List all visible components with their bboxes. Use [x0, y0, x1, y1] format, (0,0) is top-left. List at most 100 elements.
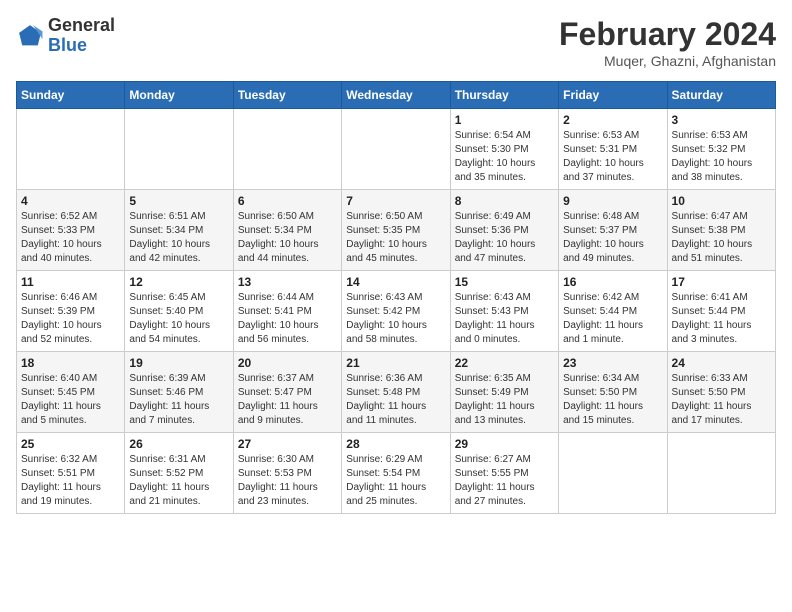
- day-number: 14: [346, 275, 445, 289]
- calendar-cell: 14 Sunrise: 6:43 AM Sunset: 5:42 PM Dayli…: [342, 271, 450, 352]
- calendar-cell: 2 Sunrise: 6:53 AM Sunset: 5:31 PM Daylig…: [559, 109, 667, 190]
- day-info: Sunrise: 6:40 AM Sunset: 5:45 PM Dayligh…: [21, 372, 120, 428]
- calendar-cell: 9 Sunrise: 6:48 AM Sunset: 5:37 PM Daylig…: [559, 190, 667, 271]
- calendar-cell: [667, 433, 775, 514]
- day-number: 2: [563, 113, 662, 127]
- day-number: 5: [129, 194, 228, 208]
- calendar-cell: 24 Sunrise: 6:33 AM Sunset: 5:50 PM Dayli…: [667, 352, 775, 433]
- day-number: 18: [21, 356, 120, 370]
- day-info: Sunrise: 6:50 AM Sunset: 5:35 PM Dayligh…: [346, 210, 445, 266]
- calendar-cell: [559, 433, 667, 514]
- calendar-cell: [342, 109, 450, 190]
- calendar-cell: 20Sunrise: 6:37 AM Sunset: 5:47 PM Dayli…: [233, 352, 341, 433]
- day-info: Sunrise: 6:31 AM Sunset: 5:52 PM Dayligh…: [129, 453, 228, 509]
- day-number: 24: [672, 356, 771, 370]
- day-info: Sunrise: 6:33 AM Sunset: 5:50 PM Dayligh…: [672, 372, 771, 428]
- calendar-cell: 23 Sunrise: 6:34 AM Sunset: 5:50 PM Dayli…: [559, 352, 667, 433]
- calendar-cell: 29 Sunrise: 6:27 AM Sunset: 5:55 PM Dayli…: [450, 433, 558, 514]
- calendar-cell: 18 Sunrise: 6:40 AM Sunset: 5:45 PM Dayli…: [17, 352, 125, 433]
- calendar-cell: 15 Sunrise: 6:43 AM Sunset: 5:43 PM Dayli…: [450, 271, 558, 352]
- day-number: 19: [129, 356, 228, 370]
- day-number: 10: [672, 194, 771, 208]
- day-info: Sunrise: 6:30 AM Sunset: 5:53 PM Dayligh…: [238, 453, 337, 509]
- day-number: 15: [455, 275, 554, 289]
- day-number: 11: [21, 275, 120, 289]
- calendar-cell: 28 Sunrise: 6:29 AM Sunset: 5:54 PM Dayli…: [342, 433, 450, 514]
- calendar-cell: 27Sunrise: 6:30 AM Sunset: 5:53 PM Dayli…: [233, 433, 341, 514]
- calendar-cell: [17, 109, 125, 190]
- month-year: February 2024: [559, 16, 776, 53]
- day-info: Sunrise: 6:47 AM Sunset: 5:38 PM Dayligh…: [672, 210, 771, 266]
- logo-blue: Blue: [48, 36, 115, 56]
- calendar-cell: 19 Sunrise: 6:39 AM Sunset: 5:46 PM Dayli…: [125, 352, 233, 433]
- logo: General Blue: [16, 16, 115, 56]
- week-row-3: 11 Sunrise: 6:46 AM Sunset: 5:39 PM Dayli…: [17, 271, 776, 352]
- calendar-cell: 10 Sunrise: 6:47 AM Sunset: 5:38 PM Dayli…: [667, 190, 775, 271]
- calendar-cell: 16 Sunrise: 6:42 AM Sunset: 5:44 PM Dayli…: [559, 271, 667, 352]
- day-info: Sunrise: 6:42 AM Sunset: 5:44 PM Dayligh…: [563, 291, 662, 347]
- calendar-cell: 6 Sunrise: 6:50 AM Sunset: 5:34 PM Daylig…: [233, 190, 341, 271]
- weekday-header-row: SundayMondayTuesdayWednesdayThursdayFrid…: [17, 82, 776, 109]
- day-number: 20: [238, 356, 337, 370]
- day-info: Sunrise: 6:36 AM Sunset: 5:48 PM Dayligh…: [346, 372, 445, 428]
- day-number: 16: [563, 275, 662, 289]
- day-info: Sunrise: 6:53 AM Sunset: 5:31 PM Dayligh…: [563, 129, 662, 185]
- weekday-header-monday: Monday: [125, 82, 233, 109]
- calendar-cell: 22 Sunrise: 6:35 AM Sunset: 5:49 PM Dayli…: [450, 352, 558, 433]
- day-number: 22: [455, 356, 554, 370]
- calendar-cell: 26Sunrise: 6:31 AM Sunset: 5:52 PM Dayli…: [125, 433, 233, 514]
- calendar-cell: 13 Sunrise: 6:44 AM Sunset: 5:41 PM Dayli…: [233, 271, 341, 352]
- day-number: 23: [563, 356, 662, 370]
- day-info: Sunrise: 6:43 AM Sunset: 5:43 PM Dayligh…: [455, 291, 554, 347]
- day-info: Sunrise: 6:50 AM Sunset: 5:34 PM Dayligh…: [238, 210, 337, 266]
- weekday-header-tuesday: Tuesday: [233, 82, 341, 109]
- day-info: Sunrise: 6:29 AM Sunset: 5:54 PM Dayligh…: [346, 453, 445, 509]
- day-number: 28: [346, 437, 445, 451]
- day-number: 17: [672, 275, 771, 289]
- day-info: Sunrise: 6:46 AM Sunset: 5:39 PM Dayligh…: [21, 291, 120, 347]
- logo-general: General: [48, 16, 115, 36]
- week-row-2: 4 Sunrise: 6:52 AM Sunset: 5:33 PM Daylig…: [17, 190, 776, 271]
- day-info: Sunrise: 6:39 AM Sunset: 5:46 PM Dayligh…: [129, 372, 228, 428]
- calendar-cell: 11 Sunrise: 6:46 AM Sunset: 5:39 PM Dayli…: [17, 271, 125, 352]
- location: Muqer, Ghazni, Afghanistan: [559, 53, 776, 69]
- calendar-cell: 1Sunrise: 6:54 AM Sunset: 5:30 PM Daylig…: [450, 109, 558, 190]
- calendar-cell: 17Sunrise: 6:41 AM Sunset: 5:44 PM Dayli…: [667, 271, 775, 352]
- weekday-header-wednesday: Wednesday: [342, 82, 450, 109]
- day-number: 13: [238, 275, 337, 289]
- day-info: Sunrise: 6:43 AM Sunset: 5:42 PM Dayligh…: [346, 291, 445, 347]
- header: General Blue February 2024 Muqer, Ghazni…: [16, 16, 776, 69]
- day-info: Sunrise: 6:45 AM Sunset: 5:40 PM Dayligh…: [129, 291, 228, 347]
- day-number: 4: [21, 194, 120, 208]
- day-info: Sunrise: 6:44 AM Sunset: 5:41 PM Dayligh…: [238, 291, 337, 347]
- week-row-4: 18 Sunrise: 6:40 AM Sunset: 5:45 PM Dayli…: [17, 352, 776, 433]
- weekday-header-thursday: Thursday: [450, 82, 558, 109]
- day-info: Sunrise: 6:32 AM Sunset: 5:51 PM Dayligh…: [21, 453, 120, 509]
- day-number: 7: [346, 194, 445, 208]
- day-info: Sunrise: 6:49 AM Sunset: 5:36 PM Dayligh…: [455, 210, 554, 266]
- day-info: Sunrise: 6:48 AM Sunset: 5:37 PM Dayligh…: [563, 210, 662, 266]
- day-info: Sunrise: 6:51 AM Sunset: 5:34 PM Dayligh…: [129, 210, 228, 266]
- day-number: 25: [21, 437, 120, 451]
- calendar-cell: [125, 109, 233, 190]
- week-row-1: 1Sunrise: 6:54 AM Sunset: 5:30 PM Daylig…: [17, 109, 776, 190]
- day-info: Sunrise: 6:34 AM Sunset: 5:50 PM Dayligh…: [563, 372, 662, 428]
- calendar-cell: 21 Sunrise: 6:36 AM Sunset: 5:48 PM Dayli…: [342, 352, 450, 433]
- day-number: 29: [455, 437, 554, 451]
- day-info: Sunrise: 6:27 AM Sunset: 5:55 PM Dayligh…: [455, 453, 554, 509]
- calendar-cell: [233, 109, 341, 190]
- calendar-cell: 3Sunrise: 6:53 AM Sunset: 5:32 PM Daylig…: [667, 109, 775, 190]
- weekday-header-friday: Friday: [559, 82, 667, 109]
- logo-icon: [16, 22, 44, 50]
- day-number: 9: [563, 194, 662, 208]
- day-info: Sunrise: 6:52 AM Sunset: 5:33 PM Dayligh…: [21, 210, 120, 266]
- calendar-cell: 8Sunrise: 6:49 AM Sunset: 5:36 PM Daylig…: [450, 190, 558, 271]
- calendar-cell: 4 Sunrise: 6:52 AM Sunset: 5:33 PM Daylig…: [17, 190, 125, 271]
- day-info: Sunrise: 6:35 AM Sunset: 5:49 PM Dayligh…: [455, 372, 554, 428]
- calendar-cell: 12Sunrise: 6:45 AM Sunset: 5:40 PM Dayli…: [125, 271, 233, 352]
- day-number: 6: [238, 194, 337, 208]
- week-row-5: 25 Sunrise: 6:32 AM Sunset: 5:51 PM Dayli…: [17, 433, 776, 514]
- calendar-cell: 5 Sunrise: 6:51 AM Sunset: 5:34 PM Daylig…: [125, 190, 233, 271]
- day-number: 21: [346, 356, 445, 370]
- calendar-cell: 25 Sunrise: 6:32 AM Sunset: 5:51 PM Dayli…: [17, 433, 125, 514]
